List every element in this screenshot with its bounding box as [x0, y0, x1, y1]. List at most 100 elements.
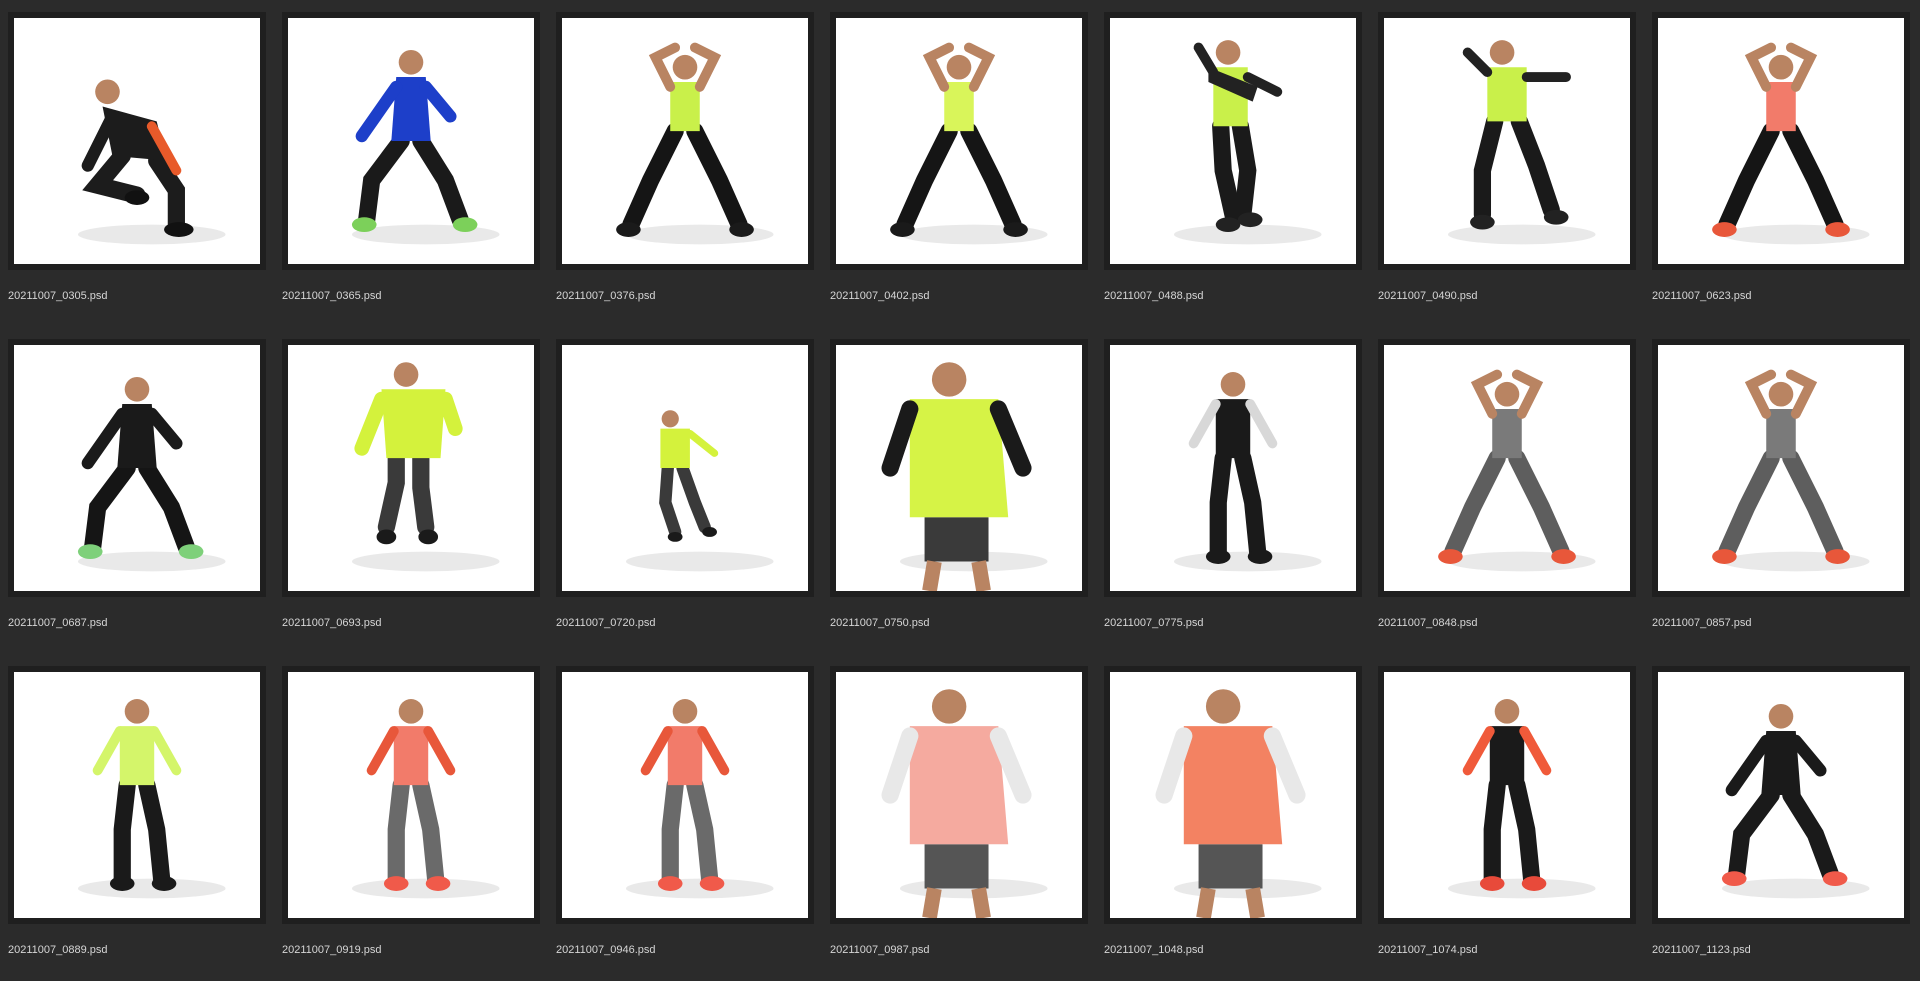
model-photo-graphic — [351, 699, 500, 899]
thumbnail-filename[interactable]: 20211007_0946.psd — [556, 944, 656, 956]
model-photo-graphic — [625, 699, 774, 899]
thumbnail-frame[interactable] — [1104, 12, 1362, 270]
model-photo-graphic — [890, 42, 1048, 245]
thumbnail-frame[interactable] — [282, 339, 540, 597]
thumbnail-image[interactable] — [1384, 18, 1630, 264]
thumbnail-frame[interactable] — [8, 12, 266, 270]
thumbnail-frame[interactable] — [8, 339, 266, 597]
thumbnail-image[interactable] — [836, 18, 1082, 264]
model-photo-graphic — [1173, 40, 1322, 245]
thumbnail-frame[interactable] — [1652, 666, 1910, 924]
thumbnail-item[interactable]: 20211007_0376.psd — [548, 0, 822, 327]
model-photo-graphic — [1447, 699, 1596, 899]
thumbnail-frame[interactable] — [830, 339, 1088, 597]
thumbnail-item[interactable]: 20211007_1074.psd — [1370, 654, 1644, 981]
thumbnail-filename[interactable]: 20211007_0848.psd — [1378, 617, 1478, 629]
thumbnail-item[interactable]: 20211007_0365.psd — [274, 0, 548, 327]
thumbnail-item[interactable]: 20211007_0946.psd — [548, 654, 822, 981]
thumbnail-grid: 20211007_0305.psd 20211007_0365.psd 202110… — [0, 0, 1920, 969]
model-photo-graphic — [77, 376, 226, 572]
model-photo-graphic — [1438, 369, 1596, 572]
thumbnail-filename[interactable]: 20211007_1123.psd — [1652, 944, 1751, 956]
thumbnail-item[interactable]: 20211007_0919.psd — [274, 654, 548, 981]
thumbnail-item[interactable]: 20211007_0490.psd — [1370, 0, 1644, 327]
thumbnail-image[interactable] — [14, 672, 260, 918]
thumbnail-item[interactable]: 20211007_0488.psd — [1096, 0, 1370, 327]
thumbnail-filename[interactable]: 20211007_0623.psd — [1652, 290, 1752, 302]
thumbnail-filename[interactable]: 20211007_0490.psd — [1378, 290, 1478, 302]
thumbnail-filename[interactable]: 20211007_0750.psd — [830, 617, 930, 629]
thumbnail-frame[interactable] — [1652, 12, 1910, 270]
thumbnail-image[interactable] — [562, 345, 808, 591]
thumbnail-frame[interactable] — [830, 12, 1088, 270]
thumbnail-filename[interactable]: 20211007_0693.psd — [282, 617, 382, 629]
thumbnail-item[interactable]: 20211007_0720.psd — [548, 327, 822, 654]
thumbnail-filename[interactable]: 20211007_0889.psd — [8, 944, 108, 956]
thumbnail-item[interactable]: 20211007_0402.psd — [822, 0, 1096, 327]
thumbnail-filename[interactable]: 20211007_0775.psd — [1104, 617, 1204, 629]
thumbnail-item[interactable]: 20211007_0775.psd — [1096, 327, 1370, 654]
thumbnail-image[interactable] — [1384, 345, 1630, 591]
thumbnail-filename[interactable]: 20211007_0305.psd — [8, 290, 108, 302]
thumbnail-item[interactable]: 20211007_0687.psd — [0, 327, 274, 654]
thumbnail-image[interactable] — [288, 672, 534, 918]
model-photo-graphic — [1712, 42, 1870, 245]
thumbnail-filename[interactable]: 20211007_0376.psd — [556, 290, 656, 302]
thumbnail-image[interactable] — [14, 345, 260, 591]
thumbnail-frame[interactable] — [282, 12, 540, 270]
thumbnail-frame[interactable] — [1378, 12, 1636, 270]
thumbnail-frame[interactable] — [8, 666, 266, 924]
thumbnail-filename[interactable]: 20211007_0687.psd — [8, 617, 108, 629]
thumbnail-image[interactable] — [1658, 672, 1904, 918]
thumbnail-item[interactable]: 20211007_1123.psd — [1644, 654, 1918, 981]
thumbnail-filename[interactable]: 20211007_0402.psd — [830, 290, 930, 302]
thumbnail-image[interactable] — [1658, 18, 1904, 264]
thumbnail-image[interactable] — [1110, 672, 1356, 918]
model-photo-graphic — [881, 362, 1048, 591]
model-photo-graphic — [1173, 372, 1322, 572]
model-photo-graphic — [77, 79, 226, 245]
thumbnail-frame[interactable] — [556, 12, 814, 270]
thumbnail-item[interactable]: 20211007_0987.psd — [822, 654, 1096, 981]
model-photo-graphic — [1447, 40, 1596, 245]
thumbnail-item[interactable]: 20211007_1048.psd — [1096, 654, 1370, 981]
thumbnail-image[interactable] — [1110, 18, 1356, 264]
thumbnail-filename[interactable]: 20211007_0488.psd — [1104, 290, 1204, 302]
model-photo-graphic — [351, 362, 500, 572]
model-photo-graphic — [881, 689, 1048, 918]
thumbnail-image[interactable] — [562, 18, 808, 264]
thumbnail-item[interactable]: 20211007_0305.psd — [0, 0, 274, 327]
thumbnail-filename[interactable]: 20211007_1048.psd — [1104, 944, 1204, 956]
thumbnail-frame[interactable] — [282, 666, 540, 924]
thumbnail-item[interactable]: 20211007_0693.psd — [274, 327, 548, 654]
thumbnail-item[interactable]: 20211007_0623.psd — [1644, 0, 1918, 327]
thumbnail-filename[interactable]: 20211007_1074.psd — [1378, 944, 1478, 956]
model-photo-graphic — [1721, 703, 1870, 899]
thumbnail-frame[interactable] — [1378, 339, 1636, 597]
thumbnail-image[interactable] — [14, 18, 260, 264]
thumbnail-frame[interactable] — [556, 666, 814, 924]
thumbnail-image[interactable] — [288, 345, 534, 591]
thumbnail-filename[interactable]: 20211007_0720.psd — [556, 617, 656, 629]
thumbnail-frame[interactable] — [556, 339, 814, 597]
thumbnail-frame[interactable] — [1104, 666, 1362, 924]
thumbnail-filename[interactable]: 20211007_0365.psd — [282, 290, 382, 302]
thumbnail-item[interactable]: 20211007_0848.psd — [1370, 327, 1644, 654]
thumbnail-filename[interactable]: 20211007_0987.psd — [830, 944, 930, 956]
thumbnail-frame[interactable] — [830, 666, 1088, 924]
thumbnail-image[interactable] — [562, 672, 808, 918]
thumbnail-frame[interactable] — [1104, 339, 1362, 597]
thumbnail-item[interactable]: 20211007_0857.psd — [1644, 327, 1918, 654]
thumbnail-image[interactable] — [288, 18, 534, 264]
thumbnail-image[interactable] — [1384, 672, 1630, 918]
thumbnail-frame[interactable] — [1378, 666, 1636, 924]
thumbnail-image[interactable] — [836, 672, 1082, 918]
thumbnail-frame[interactable] — [1652, 339, 1910, 597]
thumbnail-item[interactable]: 20211007_0750.psd — [822, 327, 1096, 654]
thumbnail-image[interactable] — [1658, 345, 1904, 591]
thumbnail-image[interactable] — [1110, 345, 1356, 591]
thumbnail-filename[interactable]: 20211007_0857.psd — [1652, 617, 1752, 629]
thumbnail-image[interactable] — [836, 345, 1082, 591]
thumbnail-item[interactable]: 20211007_0889.psd — [0, 654, 274, 981]
thumbnail-filename[interactable]: 20211007_0919.psd — [282, 944, 382, 956]
